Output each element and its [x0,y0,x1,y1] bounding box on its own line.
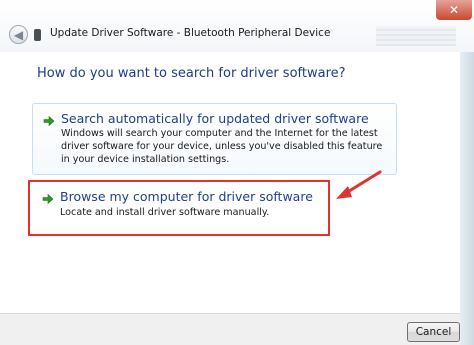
window-title: Update Driver Software - Bluetooth Perip… [50,27,331,39]
close-button[interactable]: ✕ [436,0,472,20]
device-icon [34,29,41,41]
update-driver-dialog: ◀ Update Driver Software - Bluetooth Per… [0,0,474,345]
green-arrow-icon [43,115,55,127]
back-button[interactable]: ◀ [9,25,28,44]
title-bar: ◀ Update Driver Software - Bluetooth Per… [0,0,474,52]
page-heading: How do you want to search for driver sof… [37,66,346,81]
back-arrow-icon: ◀ [13,27,24,42]
background-window-fragment [376,26,456,46]
option-title: Search automatically for updated driver … [61,111,369,126]
footer-bar [0,314,460,345]
search-automatically-option[interactable]: Search automatically for updated driver … [32,103,397,175]
option-description: Windows will search your computer and th… [61,128,383,165]
close-icon: ✕ [448,3,460,17]
cancel-button[interactable]: Cancel [407,322,460,342]
annotation-highlight-box [28,180,330,236]
